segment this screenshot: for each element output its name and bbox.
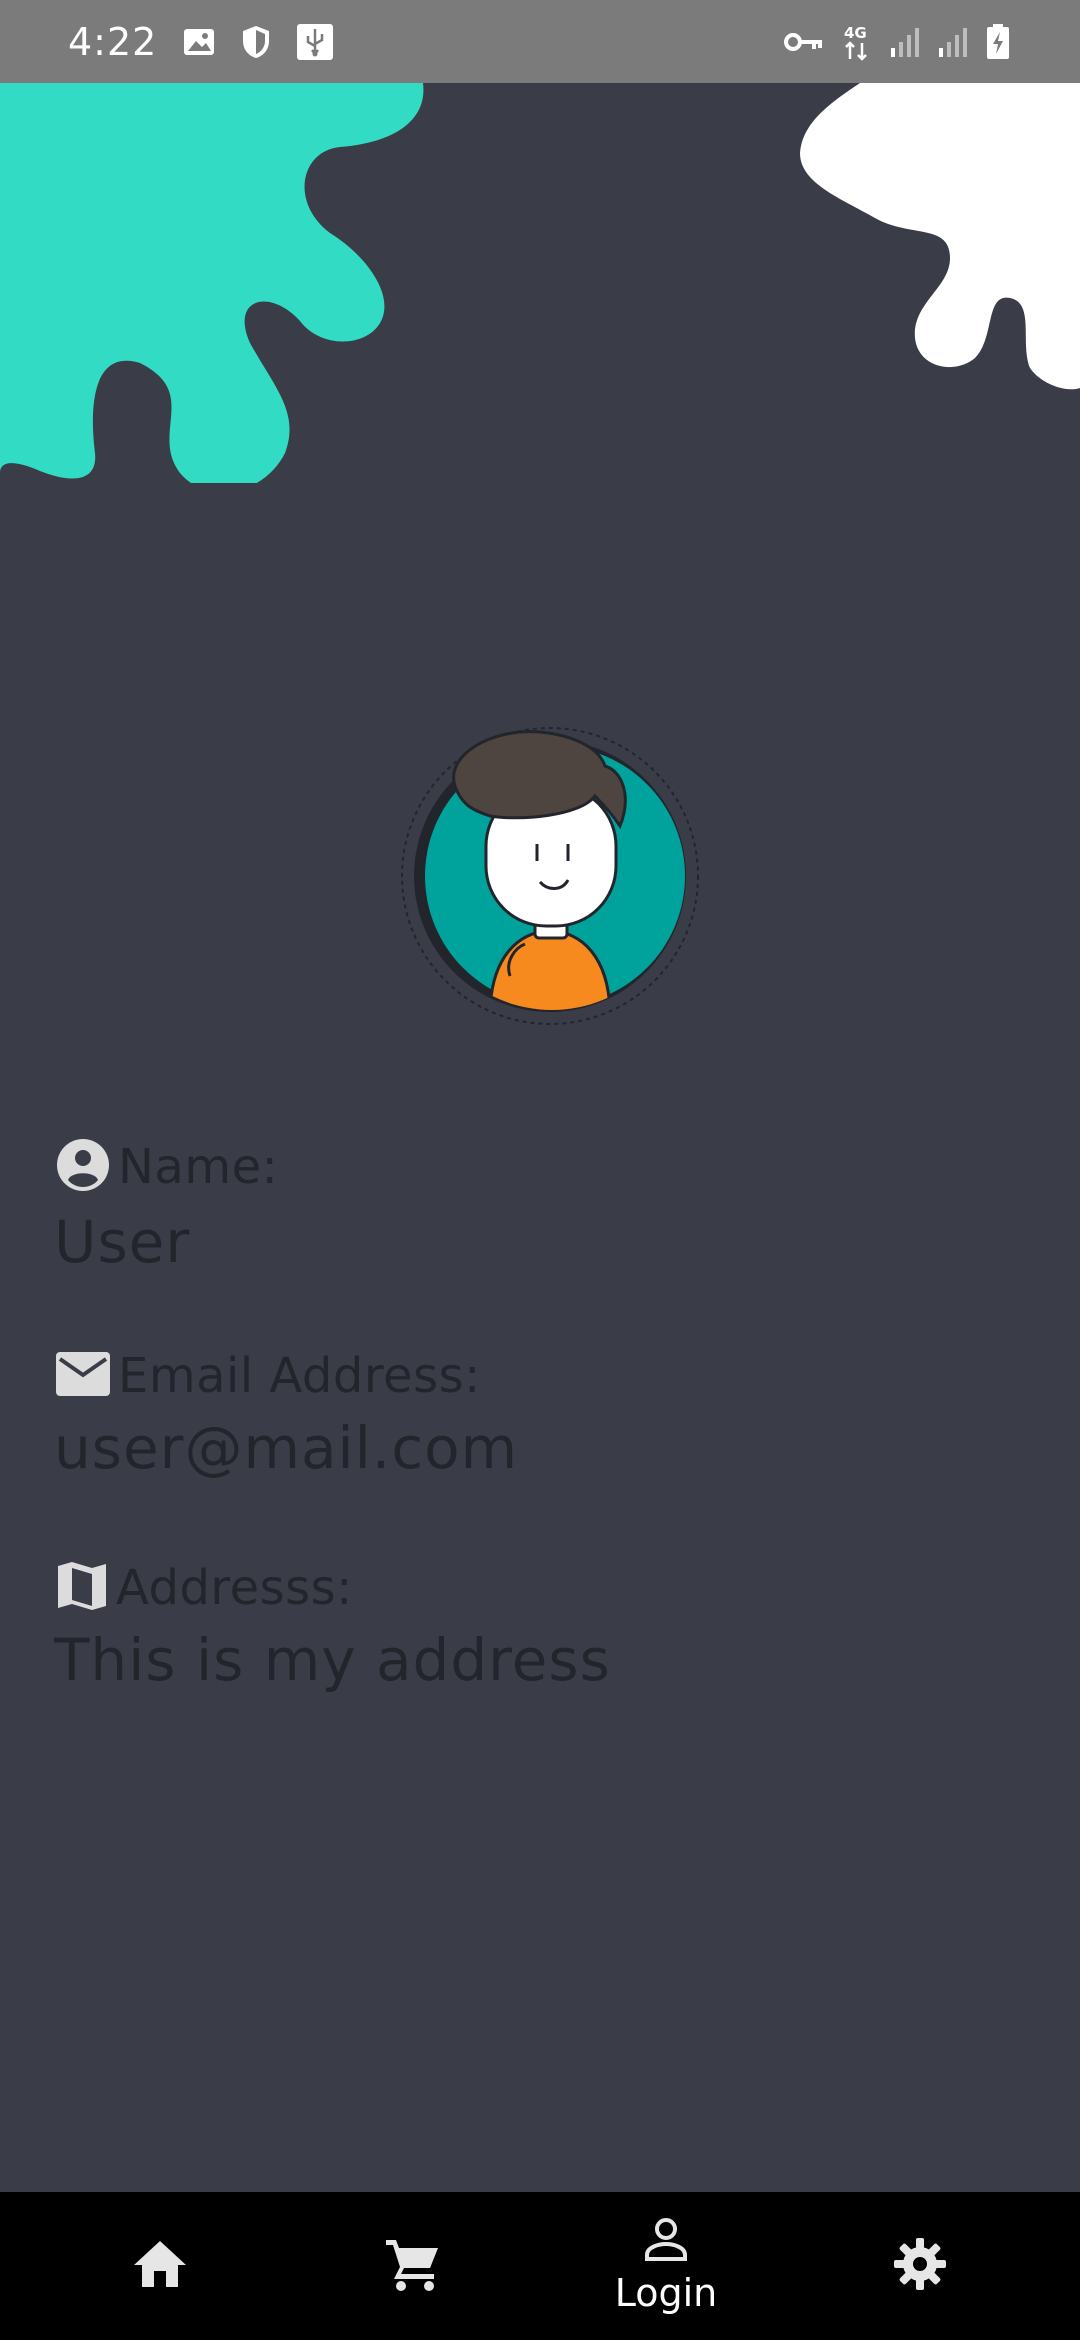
- email-label: Email Address:: [118, 1348, 481, 1404]
- home-icon: [132, 2239, 188, 2293]
- image-icon: [183, 26, 215, 58]
- address-label-row: Addresss:: [54, 1560, 611, 1616]
- person-icon: [643, 2217, 689, 2267]
- nav-login-label: Login: [614, 2271, 718, 2315]
- nav-settings-button[interactable]: [820, 2192, 1020, 2340]
- name-label: Name:: [118, 1139, 279, 1195]
- map-icon: [54, 1560, 110, 1616]
- shield-icon: [241, 25, 271, 59]
- account-circle-icon: [54, 1136, 112, 1198]
- email-section: Email Address: user@mail.com: [54, 1348, 518, 1482]
- address-value: This is my address: [54, 1626, 611, 1694]
- signal-icon: [890, 26, 920, 58]
- email-value: user@mail.com: [54, 1414, 519, 1482]
- mail-icon: [54, 1349, 112, 1403]
- nav-cart-button[interactable]: [312, 2192, 512, 2340]
- network-4g-icon: 4G: [842, 23, 872, 61]
- splash-decoration-right: [800, 83, 1080, 390]
- email-label-row: Email Address:: [54, 1348, 518, 1404]
- signal-icon: [938, 26, 968, 58]
- name-value: User: [54, 1208, 191, 1276]
- cart-icon: [384, 2236, 440, 2296]
- status-time: 4:22: [68, 19, 158, 64]
- profile-avatar: [400, 726, 700, 1026]
- status-bar: 4:22 4G: [0, 0, 1080, 83]
- network-label: 4G: [844, 24, 867, 42]
- address-label: Addresss:: [116, 1560, 353, 1616]
- address-section: Addresss: This is my address: [54, 1560, 611, 1694]
- bottom-navigation: Login: [0, 2192, 1080, 2340]
- splash-decoration-left: [0, 83, 424, 483]
- key-icon: [784, 30, 824, 54]
- name-label-row: Name:: [54, 1136, 278, 1198]
- usb-icon: [297, 23, 334, 60]
- name-section: Name: User: [54, 1136, 278, 1276]
- nav-login-button[interactable]: Login: [566, 2192, 766, 2340]
- status-bar-right: 4G: [784, 23, 1010, 61]
- gear-icon: [892, 2236, 948, 2296]
- nav-home-button[interactable]: [60, 2192, 260, 2340]
- status-bar-left: 4:22: [68, 19, 334, 64]
- battery-charging-icon: [986, 23, 1010, 60]
